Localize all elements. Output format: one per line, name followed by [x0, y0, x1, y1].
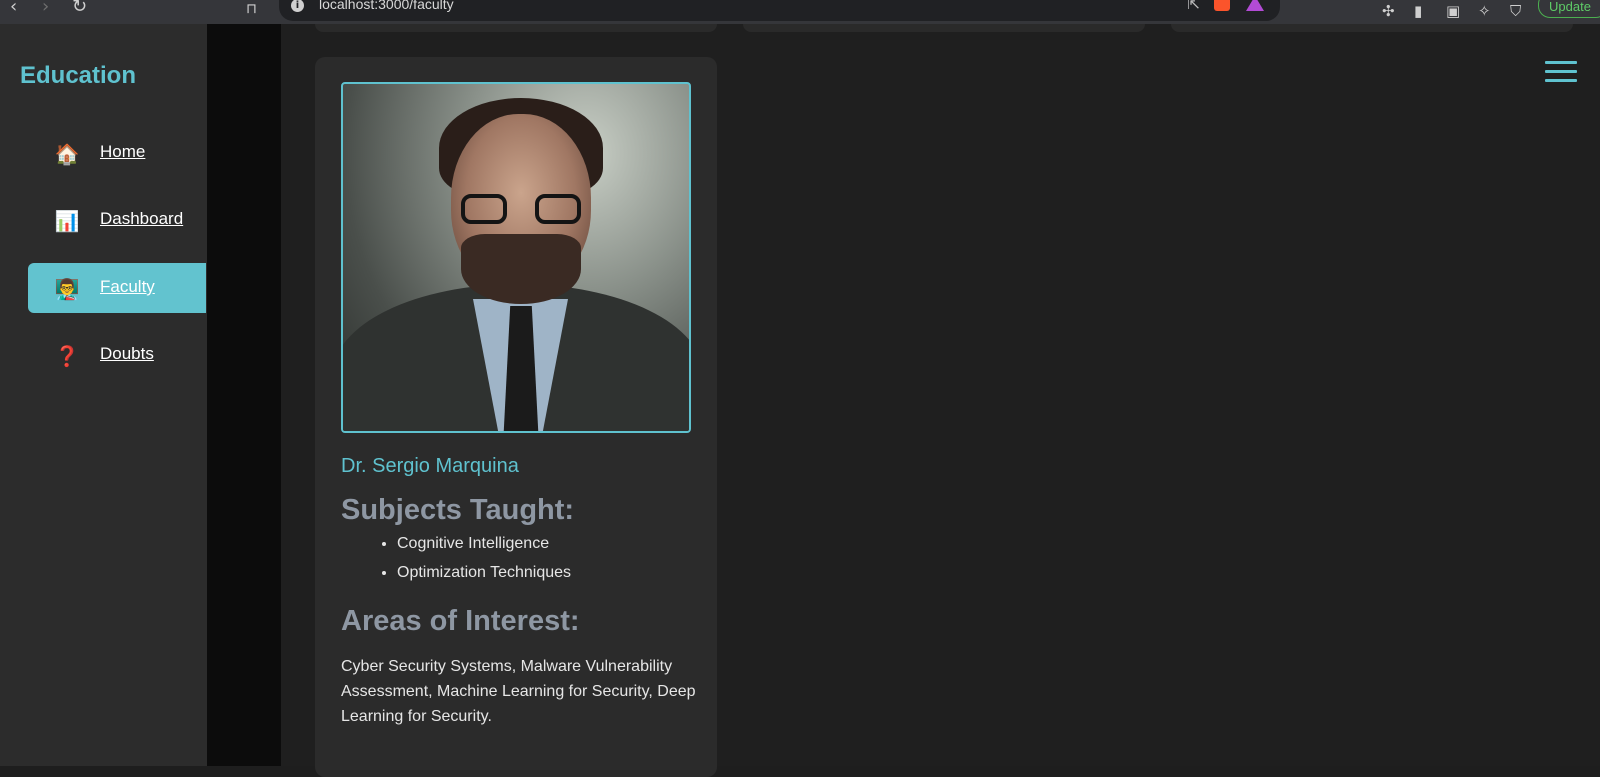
faculty-card-above [743, 24, 1145, 32]
sidebar-item-label[interactable]: Dashboard [100, 209, 183, 229]
update-label: Update [1549, 0, 1591, 14]
bar-chart-icon: 📊 [54, 209, 80, 233]
sidebar-item-home[interactable]: 🏠 Home [28, 128, 206, 178]
sidebar-item-label[interactable]: Faculty [100, 277, 155, 297]
back-icon[interactable]: ‹ [10, 0, 17, 17]
browser-toolbar: ‹ › ↻ ⊓ i localhost:3000/faculty ⇱ ✣ ▮ ▣… [0, 0, 1600, 24]
url-text[interactable]: localhost:3000/faculty [319, 0, 454, 12]
sidebar-gutter [207, 24, 281, 766]
vpn-icon[interactable]: ⛉ [1510, 2, 1521, 20]
reload-icon[interactable]: ↻ [72, 0, 87, 17]
wallet-icon[interactable]: ▣ [1446, 2, 1460, 20]
app-logo[interactable]: Education [20, 62, 136, 90]
subjects-heading: Subjects Taught: [341, 494, 575, 526]
address-bar[interactable]: i localhost:3000/faculty ⇱ [279, 0, 1280, 21]
faculty-card: Dr. Sergio Marquina Subjects Taught: Cog… [315, 57, 717, 777]
faculty-name: Dr. Sergio Marquina [341, 455, 519, 477]
bookmark-icon[interactable]: ⊓ [246, 1, 257, 17]
sidebar-item-label[interactable]: Doubts [100, 344, 154, 364]
sidebar-item-faculty[interactable]: 👨‍🏫 Faculty [28, 263, 206, 313]
faculty-card-above [1171, 24, 1573, 32]
subjects-list: Cognitive Intelligence Optimization Tech… [397, 535, 571, 593]
areas-of-interest: Cyber Security Systems, Malware Vulnerab… [341, 658, 696, 725]
leo-icon[interactable]: ✧ [1478, 2, 1491, 20]
list-item: Optimization Techniques [397, 564, 571, 593]
sidebar: Education 🏠 Home 📊 Dashboard 👨‍🏫 Faculty… [0, 24, 207, 766]
info-icon[interactable]: i [291, 0, 304, 12]
share-icon[interactable]: ⇱ [1187, 0, 1200, 13]
faculty-photo [341, 82, 691, 433]
sidebar-item-dashboard[interactable]: 📊 Dashboard [28, 195, 206, 245]
house-icon: 🏠 [54, 142, 80, 166]
faculty-card-above [315, 24, 717, 32]
brave-rewards-icon[interactable] [1246, 0, 1264, 11]
extensions-icon[interactable]: ✣ [1382, 2, 1395, 20]
menu-icon[interactable] [1545, 61, 1577, 85]
sidebar-item-doubts[interactable]: ❓ Doubts [28, 330, 206, 380]
areas-heading: Areas of Interest: [341, 605, 580, 637]
brave-shields-icon[interactable] [1214, 0, 1230, 11]
sidebar-item-label[interactable]: Home [100, 142, 145, 162]
teacher-icon: 👨‍🏫 [54, 277, 80, 301]
update-button[interactable]: Update [1538, 0, 1600, 18]
list-item: Cognitive Intelligence [397, 535, 571, 564]
sidebar-icon[interactable]: ▮ [1414, 2, 1422, 20]
question-icon: ❓ [54, 344, 80, 368]
forward-icon[interactable]: › [42, 0, 49, 17]
